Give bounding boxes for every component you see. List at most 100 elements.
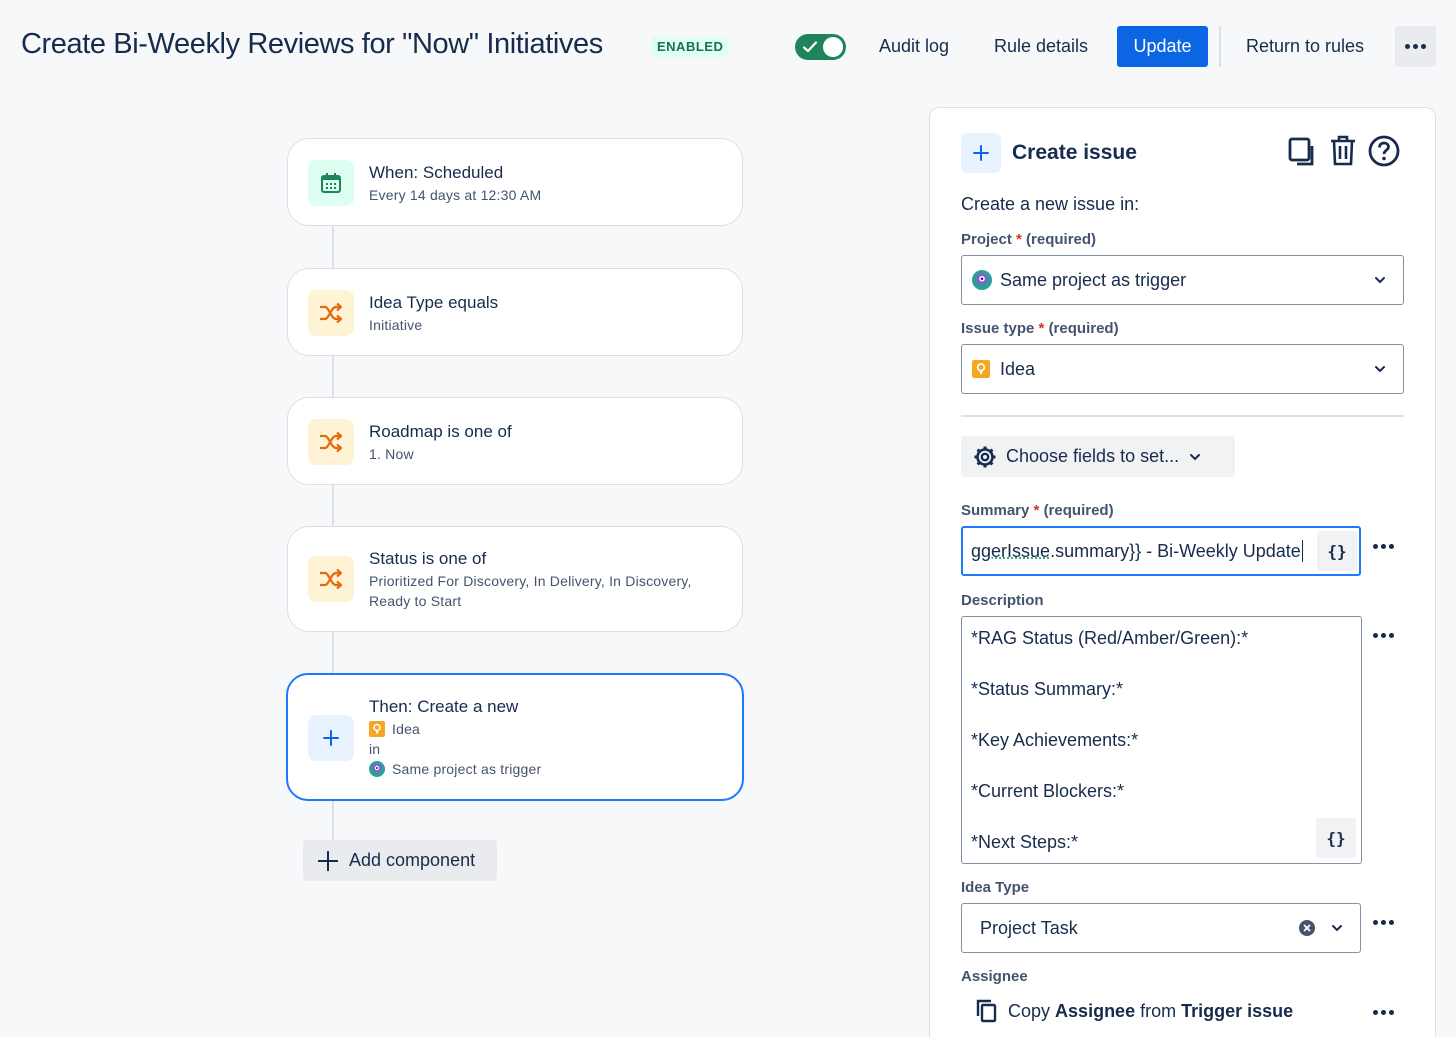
from-word: from [1140, 1000, 1177, 1021]
trash-icon[interactable] [1329, 135, 1357, 167]
more-dot [1413, 44, 1418, 49]
card-subtitle: Every 14 days at 12:30 AM [369, 187, 542, 203]
plus-icon [973, 145, 989, 161]
more-horizontal-icon [1373, 920, 1378, 925]
flow-connector [332, 355, 334, 398]
idea-type-field-label: Idea Type [961, 879, 1030, 896]
required-mark: * [1016, 231, 1022, 248]
issue-type-label: Idea [392, 721, 421, 737]
required-mark: * [1038, 320, 1045, 337]
card-title: Idea Type equals [369, 293, 499, 312]
card-subtitle: 1. Now [369, 446, 414, 462]
panel-divider [961, 415, 1404, 417]
description-smart-value-button[interactable]: {} [1316, 818, 1356, 858]
gear-icon [974, 446, 996, 467]
assignee-field-name: Assignee [1055, 1000, 1136, 1021]
description-line: *RAG Status (Red/Amber/Green):* [971, 628, 1249, 648]
summary-smart-value-button[interactable]: {} [1317, 531, 1357, 571]
chevron-down-icon [1332, 925, 1342, 932]
more-dot [1389, 1010, 1394, 1015]
panel-action-icon-box [961, 133, 1001, 173]
duplicate-icon[interactable] [1287, 136, 1317, 168]
more-dot [1381, 633, 1386, 638]
description-line: *Next Steps:* [971, 832, 1079, 852]
trigger-icon-box [308, 160, 354, 206]
summary-input[interactable]: ggerIssue .summary}} - Bi-Weekly Update [961, 526, 1361, 576]
add-component-button[interactable]: Add component [303, 840, 497, 881]
branch-shuffle-icon [320, 431, 343, 453]
assignee-text: Copy Assignee from Trigger issue [1008, 1001, 1293, 1022]
flow-trigger-card[interactable]: When: Scheduled Every 14 days at 12:30 A… [287, 138, 743, 226]
more-dot [1389, 633, 1394, 638]
page-header: Create Bi-Weekly Reviews for "Now" Initi… [0, 0, 1456, 96]
project-avatar-icon [369, 761, 385, 777]
calendar-icon [321, 173, 341, 193]
label-text: Issue type [961, 320, 1035, 337]
description-line: *Key Achievements:* [971, 730, 1139, 750]
required-text: (required) [1048, 320, 1119, 337]
text-cursor [1301, 540, 1303, 562]
project-field-label: Project * (required) [961, 231, 1096, 248]
assignee-field-label: Assignee [961, 968, 1028, 985]
idea-icon [972, 360, 990, 378]
panel-title: Create issue [1012, 141, 1137, 164]
card-in-label: in [369, 741, 381, 757]
assignee-more-button[interactable] [1373, 1010, 1394, 1015]
create-issue-panel: Create issue Create a new issue in: Proj… [929, 107, 1436, 1037]
add-component-label: Add component [349, 850, 476, 870]
rule-enabled-toggle[interactable] [795, 34, 846, 60]
more-dot [1389, 920, 1394, 925]
branch-shuffle-icon [320, 568, 343, 590]
card-subtitle: Initiative [369, 317, 423, 333]
rule-details-button[interactable]: Rule details [994, 36, 1088, 57]
toggle-knob [823, 37, 843, 57]
help-icon[interactable] [1368, 135, 1400, 167]
more-dot [1381, 920, 1386, 925]
update-button[interactable]: Update [1117, 26, 1208, 67]
flow-action-card[interactable]: Then: Create a new Idea in Same project … [286, 673, 744, 801]
assignee-copy-setting[interactable]: Copy Assignee from Trigger issue [976, 999, 1293, 1023]
card-subtitle: Prioritized For Discovery, In Delivery, … [369, 573, 692, 609]
more-dot [1381, 1010, 1386, 1015]
return-to-rules-button[interactable]: Return to rules [1246, 36, 1364, 57]
summary-more-button[interactable] [1373, 544, 1394, 549]
flow-connector [332, 800, 334, 841]
more-options-button[interactable] [1395, 26, 1436, 67]
copy-icon [976, 999, 997, 1023]
check-icon [802, 41, 818, 53]
choose-fields-button[interactable]: Choose fields to set... [961, 436, 1235, 477]
more-horizontal-icon [1373, 1010, 1378, 1015]
copy-word: Copy [1008, 1000, 1051, 1021]
card-project: Same project as trigger [369, 759, 541, 779]
card-title: When: Scheduled [369, 163, 504, 182]
flow-condition-card[interactable]: Status is one of Prioritized For Discove… [287, 526, 743, 632]
card-title: Status is one of [369, 549, 487, 568]
card-issue-type: Idea [369, 719, 420, 739]
flow-connector [332, 485, 334, 527]
status-badge: ENABLED [652, 37, 729, 57]
more-horizontal-icon [1373, 633, 1378, 638]
chevron-down-icon [1375, 366, 1385, 373]
idea-type-select[interactable]: Project Task [961, 903, 1361, 953]
description-more-button[interactable] [1373, 633, 1394, 638]
chevron-down-icon [1375, 277, 1385, 284]
clear-icon[interactable] [1299, 920, 1315, 936]
required-text: (required) [1026, 231, 1097, 248]
flow-condition-card[interactable]: Roadmap is one of 1. Now [287, 397, 743, 485]
summary-text: .summary}} - Bi-Weekly Update [1050, 540, 1301, 561]
description-textarea[interactable]: *RAG Status (Red/Amber/Green):* *Status … [961, 616, 1362, 864]
more-horizontal-icon [1373, 544, 1378, 549]
flow-connector [332, 632, 334, 674]
description-field-label: Description [961, 592, 1044, 609]
label-text: Project [961, 231, 1012, 248]
more-horizontal-icon [1405, 44, 1410, 49]
page-title: Create Bi-Weekly Reviews for "Now" Initi… [21, 28, 603, 60]
idea-icon [369, 721, 385, 737]
idea-type-more-button[interactable] [1373, 920, 1394, 925]
flow-condition-card[interactable]: Idea Type equals Initiative [287, 268, 743, 356]
issue-type-select[interactable]: Idea [961, 344, 1404, 394]
project-select[interactable]: Same project as trigger [961, 255, 1404, 305]
audit-log-button[interactable]: Audit log [879, 36, 949, 57]
description-line: *Current Blockers:* [971, 781, 1125, 801]
label-text: Summary [961, 502, 1030, 519]
